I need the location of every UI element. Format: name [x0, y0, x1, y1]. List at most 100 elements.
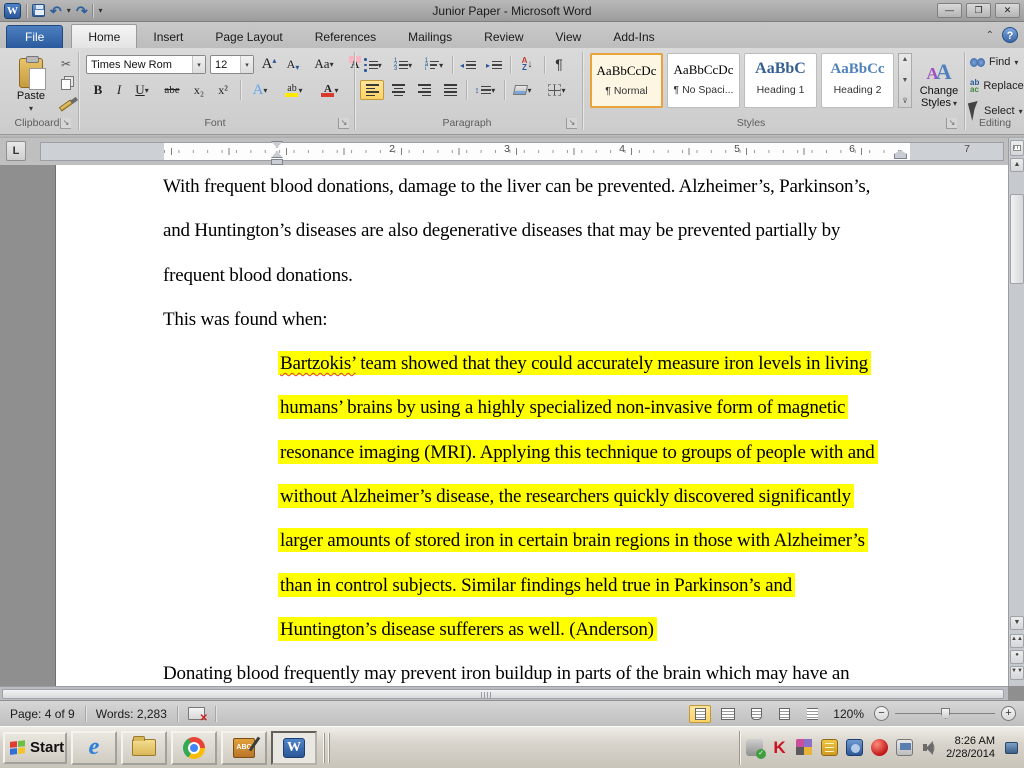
- taskbar-item-internet-explorer[interactable]: e: [71, 731, 117, 765]
- style-normal[interactable]: AaBbCcDc ¶ Normal: [590, 53, 663, 108]
- view-ruler-toggle-button[interactable]: [1010, 140, 1024, 156]
- horizontal-ruler[interactable]: [40, 142, 1004, 161]
- bullets-button[interactable]: ▾: [360, 56, 386, 74]
- clipboard-dialog-launcher-icon[interactable]: ↘: [60, 118, 71, 129]
- paste-button[interactable]: Paste ▾: [8, 54, 54, 116]
- next-page-button[interactable]: ▼▼: [1010, 666, 1024, 680]
- document-line-highlighted[interactable]: Bartzokis’ team showed that they could a…: [163, 342, 963, 386]
- document-line[interactable]: and Huntington’s diseases are also degen…: [163, 209, 963, 253]
- taskbar-item-dictionary[interactable]: ABC: [221, 731, 267, 765]
- tab-references[interactable]: References: [299, 25, 392, 48]
- document-line-highlighted[interactable]: Huntington’s disease sufferers as well. …: [163, 608, 963, 652]
- taskbar-item-word-active[interactable]: W: [271, 731, 317, 765]
- underline-button[interactable]: U ▾: [128, 80, 156, 100]
- web-layout-view-button[interactable]: [745, 705, 767, 723]
- close-button[interactable]: ✕: [995, 3, 1020, 18]
- word-count[interactable]: Words: 2,283: [86, 707, 177, 721]
- tab-file[interactable]: File: [6, 25, 63, 48]
- document-line-highlighted[interactable]: resonance imaging (MRI). Applying this t…: [163, 431, 963, 475]
- change-case-button[interactable]: Aa ▾: [310, 54, 338, 74]
- tab-review[interactable]: Review: [468, 25, 539, 48]
- style-heading1[interactable]: AaBbC Heading 1: [744, 53, 817, 108]
- update-tray-icon[interactable]: [871, 739, 888, 756]
- tab-mailings[interactable]: Mailings: [392, 25, 468, 48]
- font-size-combobox[interactable]: 12 ▾: [210, 55, 254, 74]
- zoom-out-button[interactable]: −: [874, 706, 889, 721]
- text-highlight-button[interactable]: ab ▾: [278, 80, 310, 100]
- find-button[interactable]: Find ▾: [970, 56, 1018, 68]
- zoom-slider[interactable]: [895, 713, 995, 714]
- italic-button[interactable]: I: [110, 80, 128, 100]
- proofing-errors-icon[interactable]: [188, 707, 205, 720]
- print-layout-view-button[interactable]: [689, 705, 711, 723]
- change-styles-button[interactable]: AA Change Styles ▾: [916, 53, 962, 115]
- start-button[interactable]: Start: [3, 732, 67, 764]
- outline-view-button[interactable]: [773, 705, 795, 723]
- strikethrough-button[interactable]: abe: [158, 80, 186, 100]
- subscript-button[interactable]: x₂: [188, 80, 210, 100]
- taskbar-item-chrome[interactable]: [171, 731, 217, 765]
- antivirus-icon[interactable]: K: [771, 739, 788, 756]
- sort-button[interactable]: A Z ↓: [514, 54, 540, 74]
- scroll-down-button[interactable]: ▼: [1010, 616, 1024, 630]
- show-desktop-icon[interactable]: [1005, 742, 1018, 754]
- document-line[interactable]: With frequent blood donations, damage to…: [163, 165, 963, 209]
- scroll-up-icon[interactable]: ▲: [902, 56, 909, 63]
- shading-button[interactable]: ▾: [508, 80, 538, 100]
- font-color-button[interactable]: A ▾: [314, 80, 346, 100]
- previous-page-button[interactable]: ▲▲: [1010, 634, 1024, 648]
- minimize-ribbon-icon[interactable]: ⌃: [986, 30, 994, 41]
- volume-icon[interactable]: ): [921, 739, 938, 756]
- decrease-indent-button[interactable]: ◂: [456, 56, 480, 74]
- increase-indent-button[interactable]: ▸: [482, 56, 506, 74]
- vertical-scrollbar[interactable]: ▲ ▼ ▲▲ ● ▼▼: [1008, 138, 1024, 686]
- restore-button[interactable]: ❐: [966, 3, 991, 18]
- justify-button[interactable]: [438, 80, 462, 100]
- align-center-button[interactable]: [386, 80, 410, 100]
- shrink-font-button[interactable]: A▾: [282, 54, 304, 74]
- minimize-button[interactable]: —: [937, 3, 962, 18]
- zoom-slider-thumb[interactable]: [941, 708, 950, 719]
- select-browse-object-button[interactable]: ●: [1010, 650, 1024, 664]
- tab-insert[interactable]: Insert: [137, 25, 199, 48]
- style-heading2[interactable]: AaBbCc Heading 2: [821, 53, 894, 108]
- horizontal-scrollbar-thumb[interactable]: [2, 689, 1004, 699]
- font-dialog-launcher-icon[interactable]: ↘: [338, 118, 349, 129]
- tab-page-layout[interactable]: Page Layout: [199, 25, 298, 48]
- taskbar-clock[interactable]: 8:26 AM 2/28/2014: [946, 735, 995, 761]
- tab-view[interactable]: View: [540, 25, 598, 48]
- format-painter-button[interactable]: [56, 97, 76, 113]
- page-indicator[interactable]: Page: 4 of 9: [0, 707, 85, 721]
- scroll-up-button[interactable]: ▲: [1010, 158, 1024, 172]
- superscript-button[interactable]: x²: [212, 80, 234, 100]
- styles-gallery-scroll[interactable]: ▲ ▼ ⊽: [898, 53, 912, 108]
- tab-add-ins[interactable]: Add-Ins: [597, 25, 670, 48]
- fullscreen-reading-view-button[interactable]: [717, 705, 739, 723]
- show-hide-pilcrow-button[interactable]: ¶: [548, 54, 570, 74]
- messenger-tray-icon[interactable]: [846, 739, 863, 756]
- bold-button[interactable]: B: [88, 80, 108, 100]
- line-spacing-button[interactable]: ↕ ▾: [470, 80, 500, 100]
- horizontal-scrollbar[interactable]: [0, 686, 1008, 700]
- document-line[interactable]: Donating blood frequently may prevent ir…: [163, 652, 963, 686]
- help-icon[interactable]: ?: [1002, 27, 1018, 43]
- device-tray-icon[interactable]: [821, 739, 838, 756]
- document-line[interactable]: frequent blood donations.: [163, 254, 963, 298]
- gallery-expand-icon[interactable]: ⊽: [902, 97, 907, 105]
- misspelled-word[interactable]: Bartzokis’: [280, 353, 356, 374]
- document-page[interactable]: With frequent blood donations, damage to…: [55, 165, 1008, 686]
- align-right-button[interactable]: [412, 80, 436, 100]
- align-left-button[interactable]: [360, 80, 384, 100]
- paragraph-dialog-launcher-icon[interactable]: ↘: [566, 118, 577, 129]
- document-line-highlighted[interactable]: than in control subjects. Similar findin…: [163, 564, 963, 608]
- safely-remove-hardware-icon[interactable]: [746, 739, 763, 756]
- document-line-highlighted[interactable]: humans’ brains by using a highly special…: [163, 386, 963, 430]
- draft-view-button[interactable]: [801, 705, 823, 723]
- borders-button[interactable]: ▾: [542, 80, 572, 100]
- tab-home[interactable]: Home: [71, 24, 137, 48]
- numbering-button[interactable]: 123 ▾: [390, 56, 416, 74]
- tab-selector-button[interactable]: L: [6, 141, 26, 161]
- app-tray-icon[interactable]: [796, 739, 813, 756]
- style-no-spacing[interactable]: AaBbCcDc ¶ No Spaci...: [667, 53, 740, 108]
- zoom-in-button[interactable]: +: [1001, 706, 1016, 721]
